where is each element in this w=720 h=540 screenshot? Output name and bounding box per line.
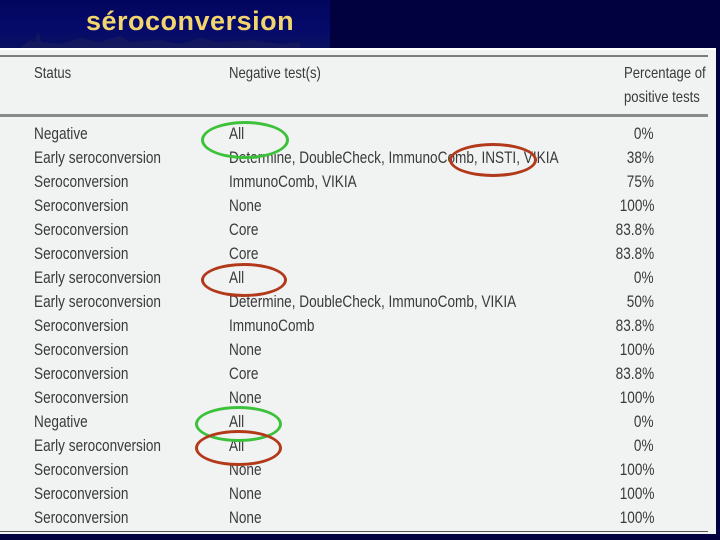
cell-status: Seroconversion [34, 364, 129, 383]
results-table: Status Negative test(s) Percentage of po… [0, 48, 716, 536]
table-row: Seroconversion Core 83.8% [0, 242, 716, 266]
cell-negative-tests: All [229, 124, 245, 143]
cell-percentage: 0% [634, 436, 654, 455]
cell-negative-tests: None [229, 196, 262, 215]
cell-percentage: 50% [626, 292, 654, 311]
cell-percentage: 0% [634, 124, 654, 143]
table-row: Negative All 0% [0, 122, 716, 146]
cell-percentage: 83.8% [615, 316, 654, 335]
table-row: Negative All 0% [0, 410, 716, 434]
cell-negative-tests: All [229, 268, 245, 287]
cell-negative-tests: None [229, 388, 262, 407]
cell-status: Seroconversion [34, 340, 129, 359]
cell-percentage: 75% [626, 172, 654, 191]
cell-negative-tests: All [229, 412, 245, 431]
cell-status: Seroconversion [34, 244, 129, 263]
table-row: Seroconversion None 100% [0, 338, 716, 362]
cell-negative-tests: Core [229, 220, 259, 239]
table-header-rule [0, 114, 708, 117]
slide-title: séroconversion [86, 6, 295, 36]
cell-negative-tests: All [229, 436, 245, 455]
cell-status: Negative [34, 124, 88, 143]
cell-percentage: 0% [634, 412, 654, 431]
slide-border-bottom [0, 534, 720, 540]
header-percentage-line1: Percentage of [624, 65, 706, 82]
cell-status: Seroconversion [34, 316, 129, 335]
cell-negative-tests: ImmunoComb [229, 316, 315, 335]
table-row: Early seroconversion All 0% [0, 434, 716, 458]
cell-percentage: 83.8% [615, 364, 654, 383]
cell-status: Seroconversion [34, 460, 129, 479]
header-status: Status [34, 65, 72, 82]
cell-percentage: 83.8% [615, 244, 654, 263]
cell-status: Seroconversion [34, 196, 129, 215]
header-percentage: Percentage of positive tests [624, 62, 714, 110]
table-bottom-rule [0, 531, 708, 532]
cell-negative-tests: None [229, 484, 262, 503]
table-row: Seroconversion None 100% [0, 482, 716, 506]
cell-percentage: 38% [626, 148, 654, 167]
cell-negative-tests: None [229, 508, 262, 527]
header-negative-tests: Negative test(s) [229, 65, 321, 82]
cell-percentage: 100% [619, 388, 654, 407]
cell-status: Early seroconversion [34, 436, 161, 455]
cell-status: Seroconversion [34, 508, 129, 527]
table-row: Seroconversion None 100% [0, 506, 716, 530]
cell-percentage: 100% [619, 508, 654, 527]
header-percentage-line2: positive tests [624, 89, 700, 106]
table-row: Seroconversion None 100% [0, 458, 716, 482]
cell-negative-tests: ImmunoComb, VIKIA [229, 172, 357, 191]
slide-title-bar: séroconversion [0, 0, 720, 48]
table-row: Early seroconversion All 0% [0, 266, 716, 290]
cell-negative-tests: None [229, 460, 262, 479]
cell-status: Seroconversion [34, 484, 129, 503]
table-row: Seroconversion ImmunoComb 83.8% [0, 314, 716, 338]
table-body: Negative All 0% Early seroconversion Determi… [0, 122, 716, 530]
cell-percentage: 100% [619, 484, 654, 503]
cell-status: Seroconversion [34, 220, 129, 239]
cell-percentage: 0% [634, 268, 654, 287]
slide-border-right [716, 48, 720, 540]
cell-negative-tests: Core [229, 244, 259, 263]
table-row: Seroconversion Core 83.8% [0, 218, 716, 242]
cell-percentage: 100% [619, 460, 654, 479]
cell-negative-tests: Determine, DoubleCheck, ImmunoComb, VIKI… [229, 292, 517, 311]
cell-negative-tests: None [229, 340, 262, 359]
cell-status: Early seroconversion [34, 292, 161, 311]
cell-status: Early seroconversion [34, 148, 161, 167]
cell-percentage: 100% [619, 340, 654, 359]
cell-negative-tests: Core [229, 364, 259, 383]
cell-negative-tests: Determine, DoubleCheck, ImmunoComb, INST… [229, 148, 559, 167]
cell-percentage: 83.8% [615, 220, 654, 239]
table-top-rule [0, 55, 708, 57]
table-row: Seroconversion None 100% [0, 386, 716, 410]
cell-status: Early seroconversion [34, 268, 161, 287]
table-row: Seroconversion None 100% [0, 194, 716, 218]
cell-status: Seroconversion [34, 172, 129, 191]
table-row: Seroconversion Core 83.8% [0, 362, 716, 386]
cell-status: Seroconversion [34, 388, 129, 407]
table-row: Seroconversion ImmunoComb, VIKIA 75% [0, 170, 716, 194]
cell-status: Negative [34, 412, 88, 431]
table-row: Early seroconversion Determine, DoubleChe… [0, 290, 716, 314]
table-row: Early seroconversion Determine, DoubleChe… [0, 146, 716, 170]
cell-percentage: 100% [619, 196, 654, 215]
